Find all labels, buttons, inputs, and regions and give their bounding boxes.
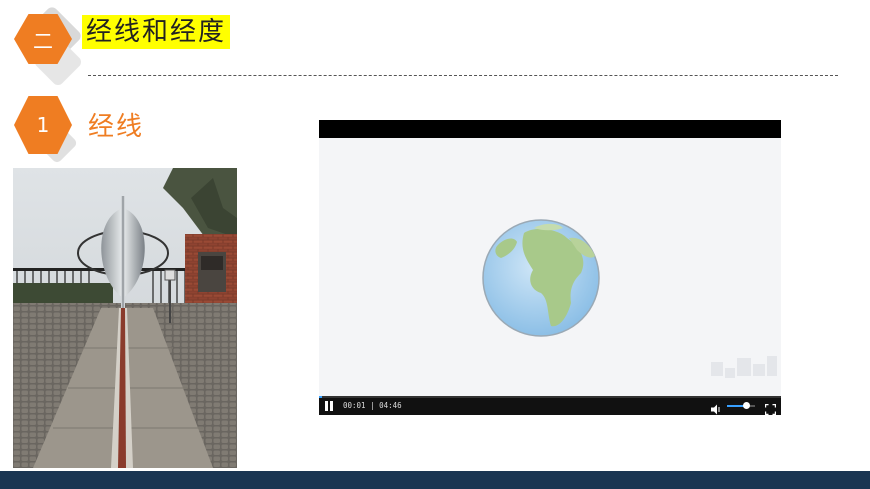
section-number: 二	[33, 28, 53, 53]
volume-knob[interactable]	[743, 402, 751, 409]
progress-bar[interactable]	[319, 396, 781, 398]
fullscreen-icon[interactable]	[764, 400, 777, 416]
footer-band	[0, 471, 870, 489]
meridian-photo	[13, 168, 237, 468]
divider	[88, 75, 838, 76]
progress-fill	[319, 396, 322, 398]
volume-icon[interactable]	[711, 400, 721, 415]
meridian-monument-photo	[13, 168, 237, 468]
subsection-title: 经线	[88, 112, 145, 142]
section-title: 经线和经度	[82, 15, 231, 49]
subsection-number: 1	[36, 113, 50, 137]
video-frame[interactable]	[319, 138, 781, 396]
volume-slider[interactable]	[727, 402, 755, 409]
earth-globe-image	[482, 219, 777, 378]
pause-icon[interactable]	[324, 400, 334, 412]
video-player[interactable]: 00:01 | 04:46	[319, 120, 781, 416]
time-display: 00:01 | 04:46	[343, 401, 402, 410]
player-controls: 00:01 | 04:46	[319, 396, 781, 416]
